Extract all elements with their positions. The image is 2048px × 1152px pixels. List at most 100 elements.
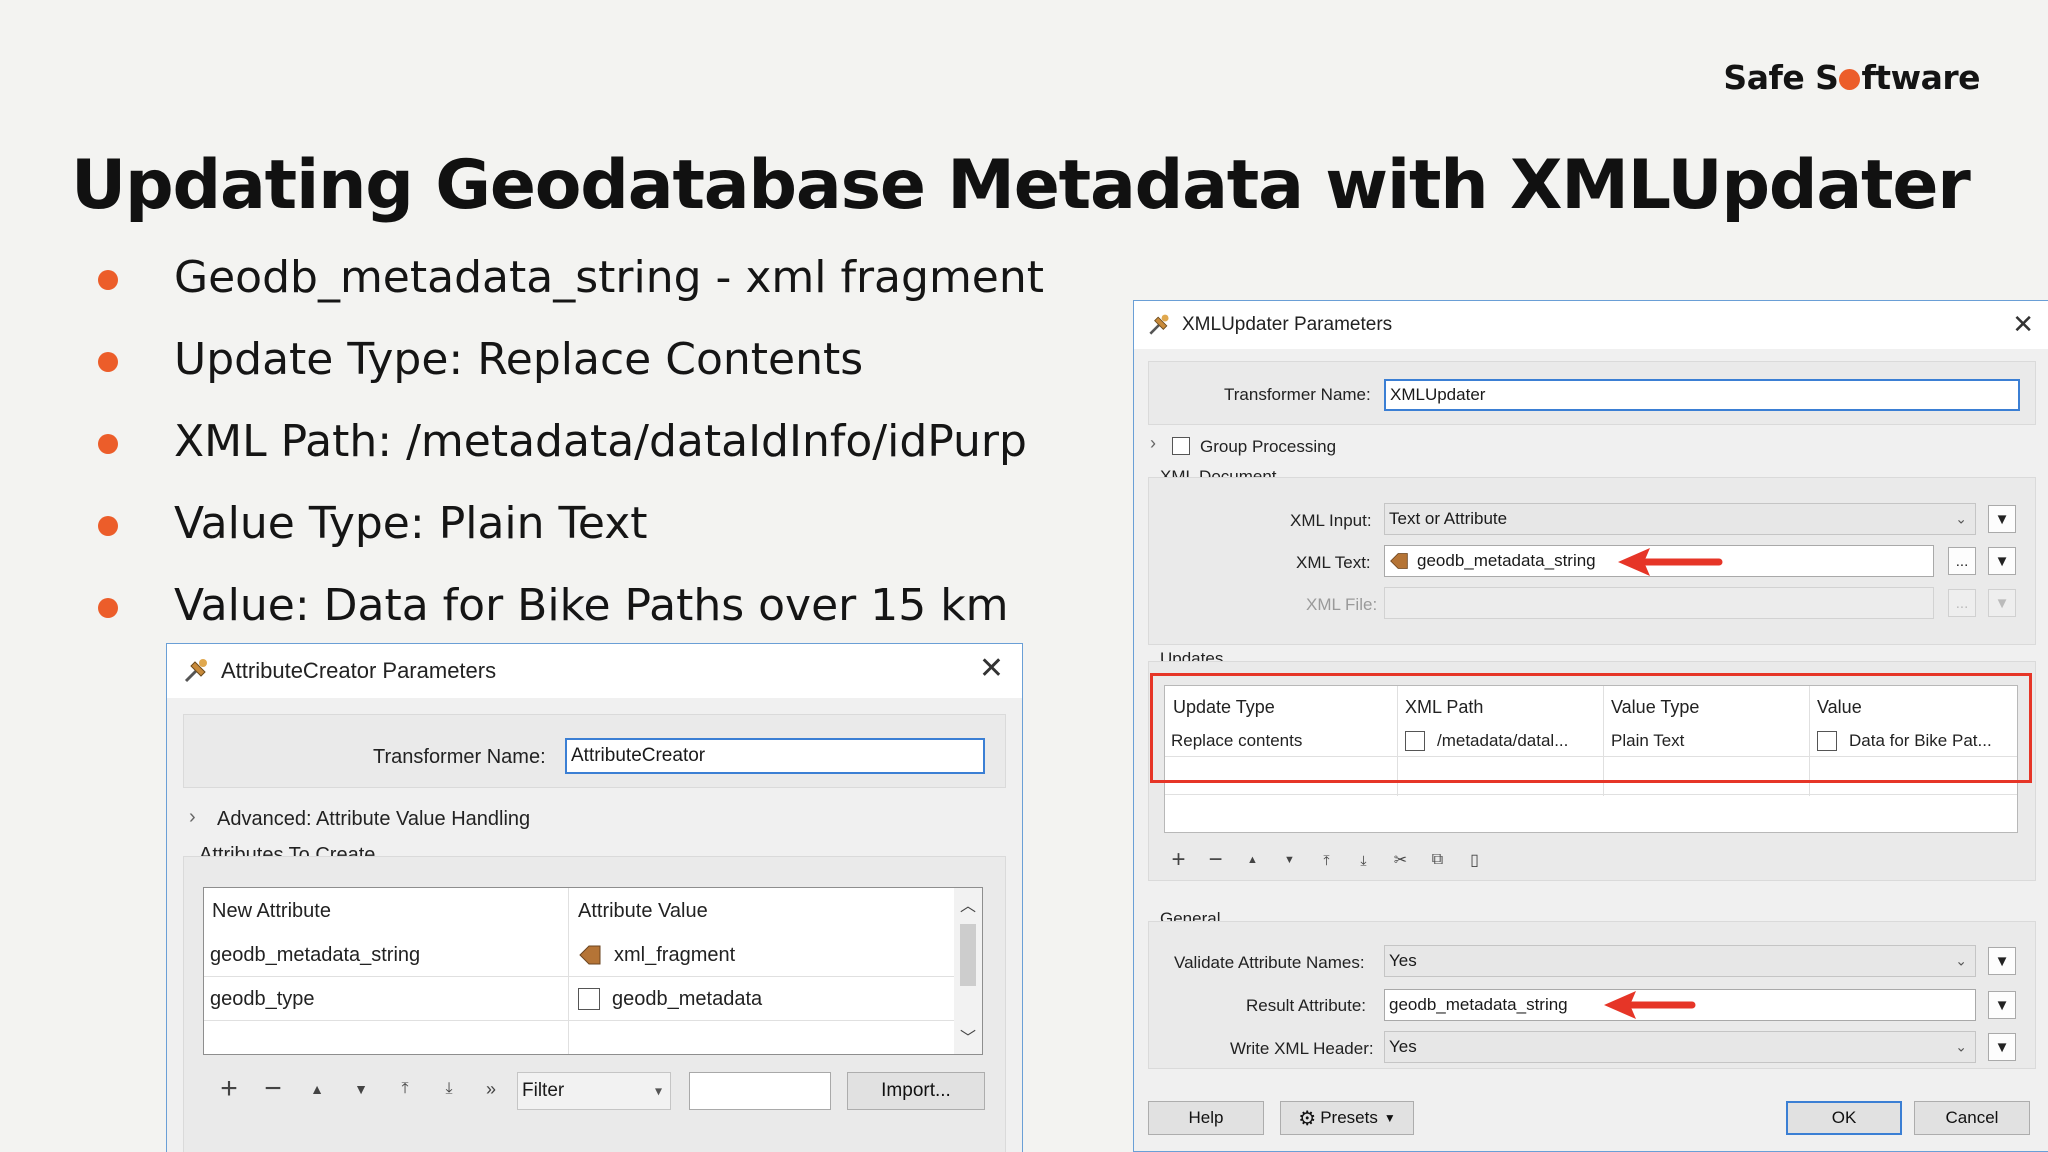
dialog-title: AttributeCreator Parameters: [221, 658, 497, 683]
xml-file-input: [1384, 587, 1934, 619]
close-icon[interactable]: ✕: [979, 654, 1004, 684]
transformer-name-value: XMLUpdater: [1390, 385, 1486, 404]
ok-button[interactable]: OK: [1786, 1101, 1902, 1135]
attributes-table: New Attribute Attribute Value geodb_meta…: [203, 887, 983, 1055]
add-row-icon[interactable]: +: [1160, 846, 1197, 874]
table-divider: [204, 976, 954, 977]
transformer-icon: [1149, 314, 1169, 335]
import-button[interactable]: Import...: [847, 1072, 985, 1110]
copy-icon[interactable]: ⧉: [1419, 851, 1456, 869]
highlight-box: [1150, 673, 2032, 783]
cut-icon[interactable]: ✂: [1382, 850, 1419, 870]
scroll-up-icon[interactable]: ︿: [960, 892, 976, 916]
brand-text-end: ftware: [1861, 58, 1980, 97]
result-attribute-value: geodb_metadata_string: [1389, 995, 1568, 1014]
table-row-value[interactable]: geodb_metadata: [578, 982, 762, 1016]
remove-row-icon[interactable]: −: [1197, 846, 1234, 874]
text-value-icon: [578, 988, 600, 1010]
result-attribute-menu-button[interactable]: ▼: [1988, 991, 2016, 1019]
table-row-name[interactable]: geodb_type: [210, 982, 315, 1016]
group-processing-label: Group Processing: [1200, 437, 1337, 456]
transformer-name-input[interactable]: AttributeCreator: [565, 738, 985, 774]
dialog-title: XMLUpdater Parameters: [1182, 314, 1393, 335]
transformer-name-label: Transformer Name:: [1224, 385, 1371, 404]
dialog-titlebar: AttributeCreator Parameters ✕: [167, 644, 1022, 698]
xml-file-label: XML File:: [1306, 595, 1378, 614]
transformer-name-label: Transformer Name:: [373, 746, 546, 768]
filter-dropdown[interactable]: Filter ▾: [517, 1072, 671, 1110]
scroll-down-icon[interactable]: ﹀: [960, 1024, 976, 1048]
filter-text-input[interactable]: [689, 1072, 831, 1110]
table-divider: [568, 888, 569, 1054]
move-bottom-icon[interactable]: ⤓: [1345, 852, 1382, 869]
advanced-section-toggle[interactable]: Advanced: Attribute Value Handling: [217, 808, 530, 831]
move-down-icon[interactable]: ▼: [339, 1081, 383, 1097]
xml-text-value: geodb_metadata_string: [1417, 551, 1596, 570]
attribute-creator-dialog: AttributeCreator Parameters ✕ Transforme…: [166, 643, 1023, 1152]
table-row-name[interactable]: geodb_metadata_string: [210, 938, 420, 972]
gear-icon: ⚙: [1298, 1107, 1317, 1130]
transformer-name-input[interactable]: XMLUpdater: [1384, 379, 2020, 411]
more-options-icon[interactable]: »: [471, 1079, 511, 1100]
presets-button[interactable]: ⚙ Presets ▼: [1280, 1101, 1414, 1135]
scroll-thumb[interactable]: [960, 924, 976, 986]
bullet-text: Update Type: Replace Contents: [174, 334, 864, 385]
validate-names-dropdown[interactable]: Yes ⌄: [1384, 945, 1976, 977]
chevron-down-icon: ⌄: [1955, 510, 1967, 527]
brand-text-start: Safe S: [1723, 58, 1839, 97]
dialog-titlebar: XMLUpdater Parameters ✕: [1134, 301, 2048, 349]
bullet-list: Geodb_metadata_string - xml fragment Upd…: [96, 248, 1044, 658]
column-header-attribute-value[interactable]: Attribute Value: [578, 894, 708, 928]
close-icon[interactable]: ✕: [2012, 311, 2034, 337]
bullet-item: Update Type: Replace Contents: [96, 330, 1044, 412]
table-divider: [1165, 794, 2017, 795]
bullet-dot-icon: [98, 270, 118, 290]
xml-input-value: Text or Attribute: [1389, 509, 1508, 528]
bullet-text: Geodb_metadata_string - xml fragment: [174, 252, 1045, 303]
add-row-icon[interactable]: +: [207, 1072, 251, 1106]
group-processing-checkbox[interactable]: [1172, 437, 1190, 455]
cancel-button[interactable]: Cancel: [1914, 1101, 2030, 1135]
bullet-dot-icon: [98, 352, 118, 372]
xml-input-dropdown[interactable]: Text or Attribute ⌄: [1384, 503, 1976, 535]
attribute-value-text: xml_fragment: [614, 943, 736, 966]
move-up-icon[interactable]: ▲: [1234, 854, 1271, 866]
table-row-value[interactable]: xml_fragment: [578, 938, 735, 972]
move-bottom-icon[interactable]: ⤓: [427, 1080, 471, 1098]
bullet-text: Value: Data for Bike Paths over 15 km: [174, 580, 1009, 631]
bullet-dot-icon: [98, 516, 118, 536]
chevron-down-icon: ▾: [654, 1082, 662, 1099]
xml-input-menu-button[interactable]: ▼: [1988, 505, 2016, 533]
help-button[interactable]: Help: [1148, 1101, 1264, 1135]
xmlupdater-dialog: XMLUpdater Parameters ✕ Transformer Name…: [1133, 300, 2048, 1152]
write-header-value: Yes: [1389, 1037, 1417, 1056]
write-header-dropdown[interactable]: Yes ⌄: [1384, 1031, 1976, 1063]
xml-text-browse-button[interactable]: ...: [1948, 547, 1976, 575]
attribute-value-text: geodb_metadata: [612, 987, 763, 1010]
bullet-item: Geodb_metadata_string - xml fragment: [96, 248, 1044, 330]
remove-row-icon[interactable]: −: [251, 1072, 295, 1106]
brand-logo: Safe S ftware: [1723, 58, 1980, 97]
chevron-right-icon[interactable]: ›: [1150, 433, 1156, 454]
xml-text-menu-button[interactable]: ▼: [1988, 547, 2016, 575]
column-header-new-attribute[interactable]: New Attribute: [212, 894, 331, 928]
transformer-name-value: AttributeCreator: [571, 745, 706, 766]
chevron-right-icon[interactable]: ›: [189, 806, 196, 829]
brand-dot-icon: [1839, 69, 1861, 90]
bullet-text: Value Type: Plain Text: [174, 498, 648, 549]
move-top-icon[interactable]: ⤒: [1308, 852, 1345, 869]
write-header-menu-button[interactable]: ▼: [1988, 1033, 2016, 1061]
move-top-icon[interactable]: ⤒: [383, 1080, 427, 1098]
move-up-icon[interactable]: ▲: [295, 1081, 339, 1097]
validate-names-menu-button[interactable]: ▼: [1988, 947, 2016, 975]
xml-input-label: XML Input:: [1290, 511, 1372, 530]
bullet-item: XML Path: /metadata/dataIdInfo/idPurp: [96, 412, 1044, 494]
xml-file-menu-button: ▼: [1988, 589, 2016, 617]
bullet-dot-icon: [98, 434, 118, 454]
table-scrollbar[interactable]: ︿ ﹀: [954, 888, 982, 1054]
filter-value: Filter: [522, 1080, 565, 1101]
bullet-item: Value Type: Plain Text: [96, 494, 1044, 576]
paste-icon[interactable]: ▯: [1456, 850, 1493, 870]
chevron-down-icon: ⌄: [1955, 952, 1967, 969]
move-down-icon[interactable]: ▼: [1271, 854, 1308, 866]
